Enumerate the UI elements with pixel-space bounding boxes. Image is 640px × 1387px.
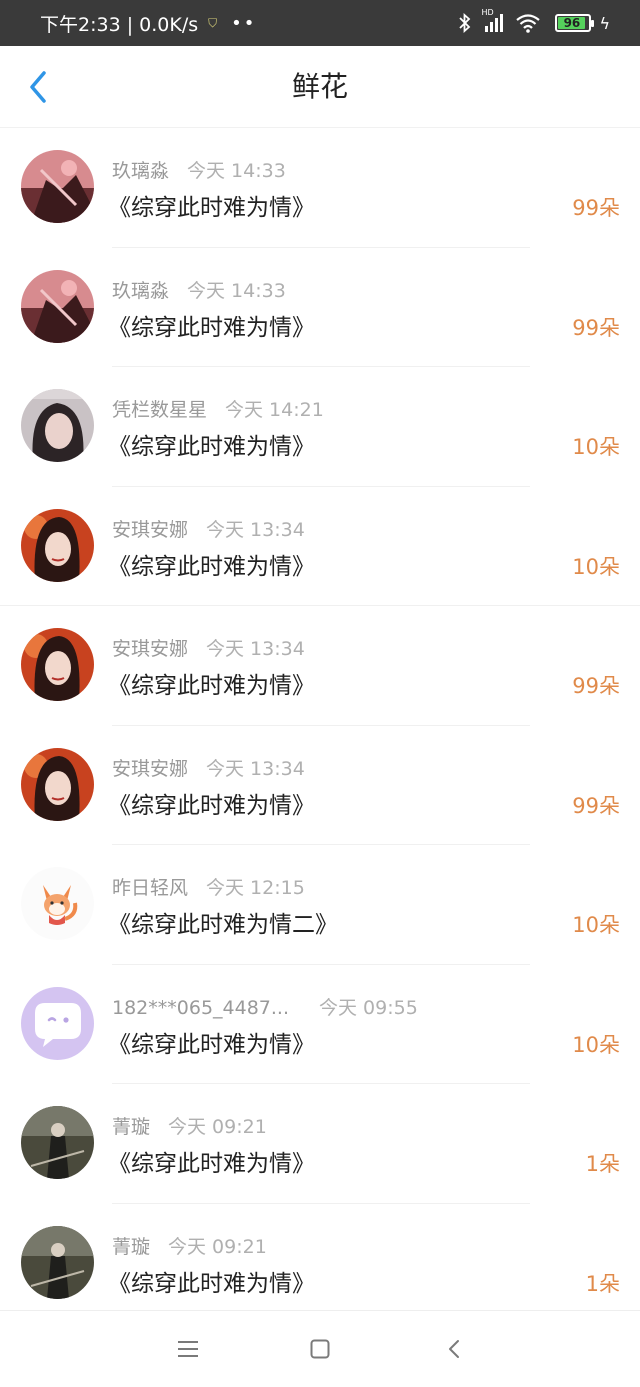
item-meta: 玖璃淼 今天 14:33 — [112, 276, 286, 303]
flower-count: 99朵 — [572, 674, 620, 698]
home-button[interactable] — [300, 1331, 340, 1367]
item-meta: 安琪安娜 今天 13:34 — [112, 515, 305, 542]
avatar — [21, 508, 94, 582]
avatar — [21, 1106, 94, 1179]
wifi-icon — [515, 12, 541, 34]
list-item[interactable]: 菁璇 今天 09:21 《综穿此时难为情》 1朵 — [0, 1204, 640, 1324]
status-time-speed: 下午2:33 | 0.0K/s — [40, 13, 199, 36]
item-meta: 凭栏数星星 今天 14:21 — [112, 395, 324, 422]
timestamp: 今天 14:33 — [187, 160, 286, 182]
user-name: 昨日轻风 — [112, 877, 189, 899]
timestamp: 今天 09:21 — [168, 1116, 267, 1138]
flower-record-list: 玖璃淼 今天 14:33 《综穿此时难为情》 99朵 玖璃淼 今天 14:33 … — [0, 128, 640, 1323]
book-title: 《综穿此时难为情》 — [108, 1151, 315, 1177]
user-name: 菁璇 — [112, 1235, 151, 1258]
user-name: 182***065_4487... — [112, 996, 290, 1019]
list-item[interactable]: 安琪安娜 今天 13:34 《综穿此时难为情》 99朵 — [0, 726, 640, 845]
timestamp: 今天 09:21 — [168, 1235, 267, 1258]
item-meta: 菁璇 今天 09:21 — [112, 1232, 267, 1259]
charging-icon: ϟ — [599, 13, 610, 33]
book-title: 《综穿此时难为情》 — [108, 792, 315, 819]
status-left: 下午2:33 | 0.0K/s ⛉ •• — [40, 0, 256, 46]
list-item[interactable]: 玖璃淼 今天 14:33 《综穿此时难为情》 99朵 — [0, 128, 640, 248]
flower-count: 99朵 — [572, 196, 620, 220]
header-bar: 鲜花 — [0, 46, 640, 128]
menu-icon — [178, 1341, 198, 1357]
more-dots-icon: •• — [231, 12, 257, 34]
list-item[interactable]: 玖璃淼 今天 14:33 《综穿此时难为情》 99朵 — [0, 248, 640, 367]
book-title: 《综穿此时难为情》 — [108, 553, 315, 580]
page-title: 鲜花 — [291, 70, 348, 103]
timestamp: 今天 13:34 — [206, 518, 305, 541]
battery-icon: 96 — [555, 14, 595, 32]
avatar — [21, 269, 94, 343]
timestamp: 今天 13:34 — [206, 638, 305, 660]
timestamp: 今天 14:21 — [225, 399, 324, 421]
item-meta: 安琪安娜 今天 13:34 — [112, 754, 305, 781]
timestamp: 今天 12:15 — [206, 877, 305, 899]
flower-count: 1朵 — [585, 1152, 620, 1176]
flower-count: 99朵 — [572, 315, 620, 340]
list-item[interactable]: 182***065_4487... 今天 09:55 《综穿此时难为情》 10朵 — [0, 965, 640, 1084]
flower-count: 99朵 — [572, 793, 620, 818]
system-back-button[interactable] — [434, 1331, 474, 1367]
avatar — [21, 628, 94, 701]
item-meta: 昨日轻风 今天 12:15 — [112, 873, 305, 900]
list-item[interactable]: 安琪安娜 今天 13:34 《综穿此时难为情》 10朵 — [0, 487, 640, 606]
user-name: 安琪安娜 — [112, 638, 189, 660]
list-item[interactable]: 菁璇 今天 09:21 《综穿此时难为情》 1朵 — [0, 1084, 640, 1204]
book-title: 《综穿此时难为情》 — [108, 1270, 315, 1297]
user-name: 安琪安娜 — [112, 518, 189, 541]
item-meta: 182***065_4487... 今天 09:55 — [112, 993, 418, 1020]
list-item[interactable]: 安琪安娜 今天 13:34 《综穿此时难为情》 99朵 — [0, 606, 640, 726]
item-meta: 菁璇 今天 09:21 — [112, 1112, 267, 1139]
timestamp: 今天 13:34 — [206, 757, 305, 780]
book-title: 《综穿此时难为情》 — [108, 195, 315, 221]
timestamp: 今天 14:33 — [187, 279, 286, 302]
user-name: 凭栏数星星 — [112, 399, 208, 421]
avatar — [21, 867, 94, 940]
book-title: 《综穿此时难为情》 — [108, 314, 315, 341]
flower-count: 1朵 — [585, 1271, 620, 1296]
flower-count: 10朵 — [572, 554, 620, 579]
user-name: 安琪安娜 — [112, 757, 189, 780]
menu-button[interactable] — [168, 1331, 208, 1367]
list-item[interactable]: 凭栏数星星 今天 14:21 《综穿此时难为情》 10朵 — [0, 367, 640, 487]
square-home-icon — [310, 1339, 330, 1359]
flower-count: 10朵 — [572, 913, 620, 937]
status-bar: 下午2:33 | 0.0K/s ⛉ •• HD 96 ϟ — [0, 0, 640, 46]
status-right: HD 96 ϟ — [457, 0, 610, 46]
avatar — [21, 986, 94, 1060]
list-item[interactable]: 昨日轻风 今天 12:15 《综穿此时难为情二》 10朵 — [0, 845, 640, 965]
item-meta: 安琪安娜 今天 13:34 — [112, 634, 305, 661]
avatar — [21, 1225, 94, 1299]
flower-count: 10朵 — [572, 435, 620, 459]
system-nav-bar — [0, 1310, 640, 1387]
user-name: 菁璇 — [112, 1116, 151, 1138]
item-meta: 玖璃淼 今天 14:33 — [112, 156, 286, 183]
shield-icon: ⛉ — [208, 15, 218, 30]
book-title: 《综穿此时难为情》 — [108, 434, 315, 460]
flower-count: 10朵 — [572, 1032, 620, 1057]
bluetooth-icon — [457, 12, 473, 34]
avatar — [21, 389, 94, 462]
avatar — [21, 150, 94, 223]
avatar — [21, 747, 94, 821]
book-title: 《综穿此时难为情》 — [108, 1031, 315, 1058]
hd-label: HD — [481, 8, 494, 17]
book-title: 《综穿此时难为情》 — [108, 673, 315, 699]
book-title: 《综穿此时难为情二》 — [108, 912, 338, 938]
user-name: 玖璃淼 — [112, 160, 170, 182]
signal-icon: HD — [481, 8, 507, 34]
chevron-left-icon — [449, 1340, 459, 1358]
battery-level: 96 — [558, 16, 586, 30]
user-name: 玖璃淼 — [112, 279, 170, 302]
timestamp: 今天 09:55 — [319, 996, 418, 1019]
